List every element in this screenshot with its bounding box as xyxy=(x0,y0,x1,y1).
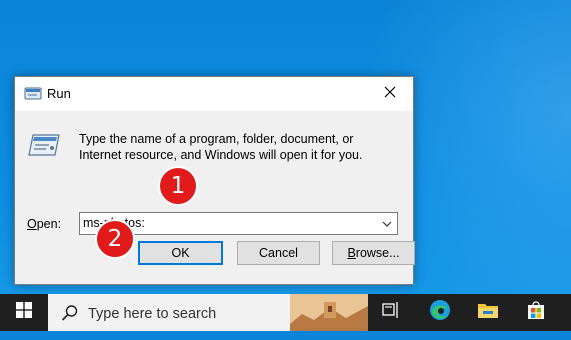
dialog-description: Type the name of a program, folder, docu… xyxy=(79,132,363,162)
file-explorer-button[interactable] xyxy=(464,294,512,331)
task-view-icon xyxy=(382,301,402,324)
dialog-body: Type the name of a program, folder, docu… xyxy=(15,111,415,284)
combo-dropdown-icon[interactable] xyxy=(378,215,395,232)
close-button[interactable] xyxy=(367,77,413,111)
browse-button[interactable]: Browse... xyxy=(332,241,415,265)
open-label-text: pen: xyxy=(36,217,62,231)
cancel-button[interactable]: Cancel xyxy=(237,241,320,265)
open-label: Open: xyxy=(27,217,61,231)
store-button[interactable] xyxy=(512,294,560,331)
run-dialog: Run Type the name of a program, folder, … xyxy=(14,76,415,285)
file-explorer-icon xyxy=(477,301,499,324)
browse-label: rowse... xyxy=(355,246,400,260)
ok-button[interactable]: OK xyxy=(138,241,223,265)
search-placeholder: Type here to search xyxy=(88,306,217,322)
dialog-title: Run xyxy=(47,86,71,101)
open-label-accel: O xyxy=(27,217,37,231)
run-program-icon xyxy=(24,87,42,101)
browse-accel: B xyxy=(347,246,356,260)
search-icon xyxy=(61,304,79,322)
close-icon xyxy=(384,85,396,103)
start-button[interactable] xyxy=(0,294,48,331)
edge-icon xyxy=(429,299,451,326)
taskbar-search-box[interactable]: Type here to search xyxy=(48,294,368,331)
search-highlight-image xyxy=(290,294,368,331)
step-badge-1: 1 xyxy=(158,166,198,206)
task-view-button[interactable] xyxy=(368,294,416,331)
store-icon xyxy=(526,300,546,325)
windows-start-icon xyxy=(16,302,32,323)
dialog-titlebar[interactable]: Run xyxy=(15,77,413,111)
edge-button[interactable] xyxy=(416,294,464,331)
step-badge-2: 2 xyxy=(95,219,135,259)
run-program-icon xyxy=(27,131,61,159)
taskbar: Type here to search xyxy=(0,294,571,331)
